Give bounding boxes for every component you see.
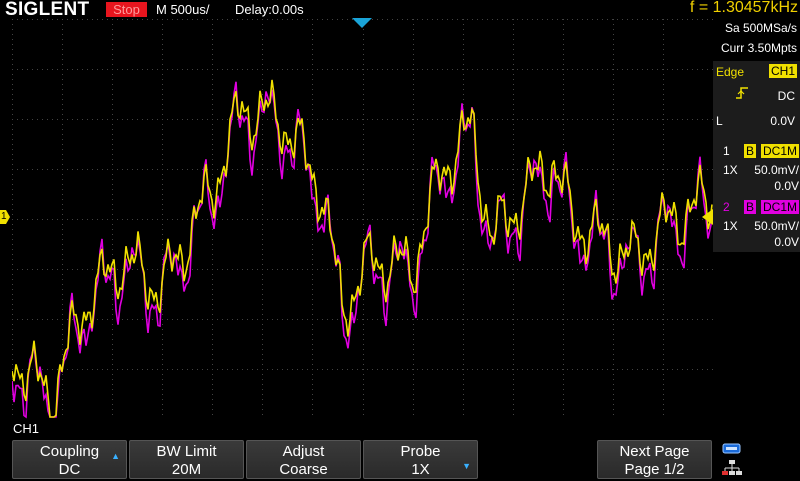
network-icon	[722, 460, 742, 481]
timebase-readout: M 500us/	[156, 2, 210, 17]
run-stop-badge[interactable]: Stop	[106, 2, 147, 17]
ch1-bw-badge: B	[744, 144, 757, 158]
ch2-coupling: DC1M	[760, 200, 799, 214]
ch1-waveform	[11, 79, 713, 418]
delay-readout: Delay:0.00s	[235, 2, 304, 17]
softkey-bar: Coupling DC ▲ BW Limit 20M Adjust Coarse…	[0, 439, 800, 480]
probe-softkey[interactable]: Probe 1X ▼	[363, 440, 478, 479]
softkey-title: Next Page	[619, 443, 690, 460]
usb-icon	[722, 442, 742, 461]
graticule	[11, 19, 714, 420]
brand-logo: SIGLENT	[5, 0, 90, 20]
softkey-title: Probe	[400, 443, 441, 460]
ch1-offset: 0.0V	[774, 179, 799, 193]
ch1-probe: 1X	[723, 163, 738, 177]
ch1-number: 1	[723, 144, 730, 158]
active-channel-label: CH1	[13, 421, 40, 436]
coupling-softkey[interactable]: Coupling DC ▲	[12, 440, 127, 479]
trigger-level-marker[interactable]	[702, 209, 713, 225]
ch2-bw-badge: B	[744, 200, 757, 214]
ch1-offset-marker[interactable]: 1	[0, 210, 10, 224]
frequency-readout: f = 1.30457kHz	[689, 0, 798, 16]
softkey-value: Coarse	[279, 461, 328, 478]
info-panel: Sa 500MSa/s Curr 3.50Mpts Edge CH1 DC L …	[713, 20, 800, 439]
sample-rate: Sa 500MSa/s	[724, 21, 797, 35]
trigger-source: CH1	[768, 64, 797, 78]
rising-edge-icon	[735, 86, 749, 103]
trigger-type: Edge	[716, 65, 745, 79]
adjust-softkey[interactable]: Adjust Coarse	[246, 440, 361, 479]
memory-depth: Curr 3.50Mpts	[720, 41, 797, 55]
ch2-number: 2	[723, 200, 730, 214]
softkey-value: 20M	[171, 461, 202, 478]
ch2-waveform	[11, 81, 713, 419]
softkey-value: Page 1/2	[624, 461, 685, 478]
ch2-probe: 1X	[723, 219, 738, 233]
softkey-title: Adjust	[282, 443, 325, 460]
waveform-display[interactable]	[11, 19, 714, 420]
top-status-bar: SIGLENT Stop M 500us/ Delay:0.00s f = 1.…	[0, 0, 800, 20]
ch2-scale: 50.0mV/	[754, 219, 799, 233]
trigger-coupling: DC	[777, 89, 795, 103]
softkey-title: Coupling	[39, 443, 100, 460]
next-page-softkey[interactable]: Next Page Page 1/2	[597, 440, 712, 479]
ch1-coupling: DC1M	[760, 144, 799, 158]
trigger-position-marker[interactable]	[352, 18, 372, 28]
ch2-offset: 0.0V	[774, 235, 799, 249]
softkey-value: 1X	[411, 461, 430, 478]
arrow-down-icon: ▼	[462, 461, 471, 471]
softkey-title: BW Limit	[156, 443, 217, 460]
trigger-level-label: L	[716, 114, 723, 128]
trigger-level: 0.0V	[770, 114, 795, 128]
arrow-up-icon: ▲	[111, 451, 120, 461]
softkey-value: DC	[58, 461, 81, 478]
ch1-scale: 50.0mV/	[754, 163, 799, 177]
bw-limit-softkey[interactable]: BW Limit 20M	[129, 440, 244, 479]
